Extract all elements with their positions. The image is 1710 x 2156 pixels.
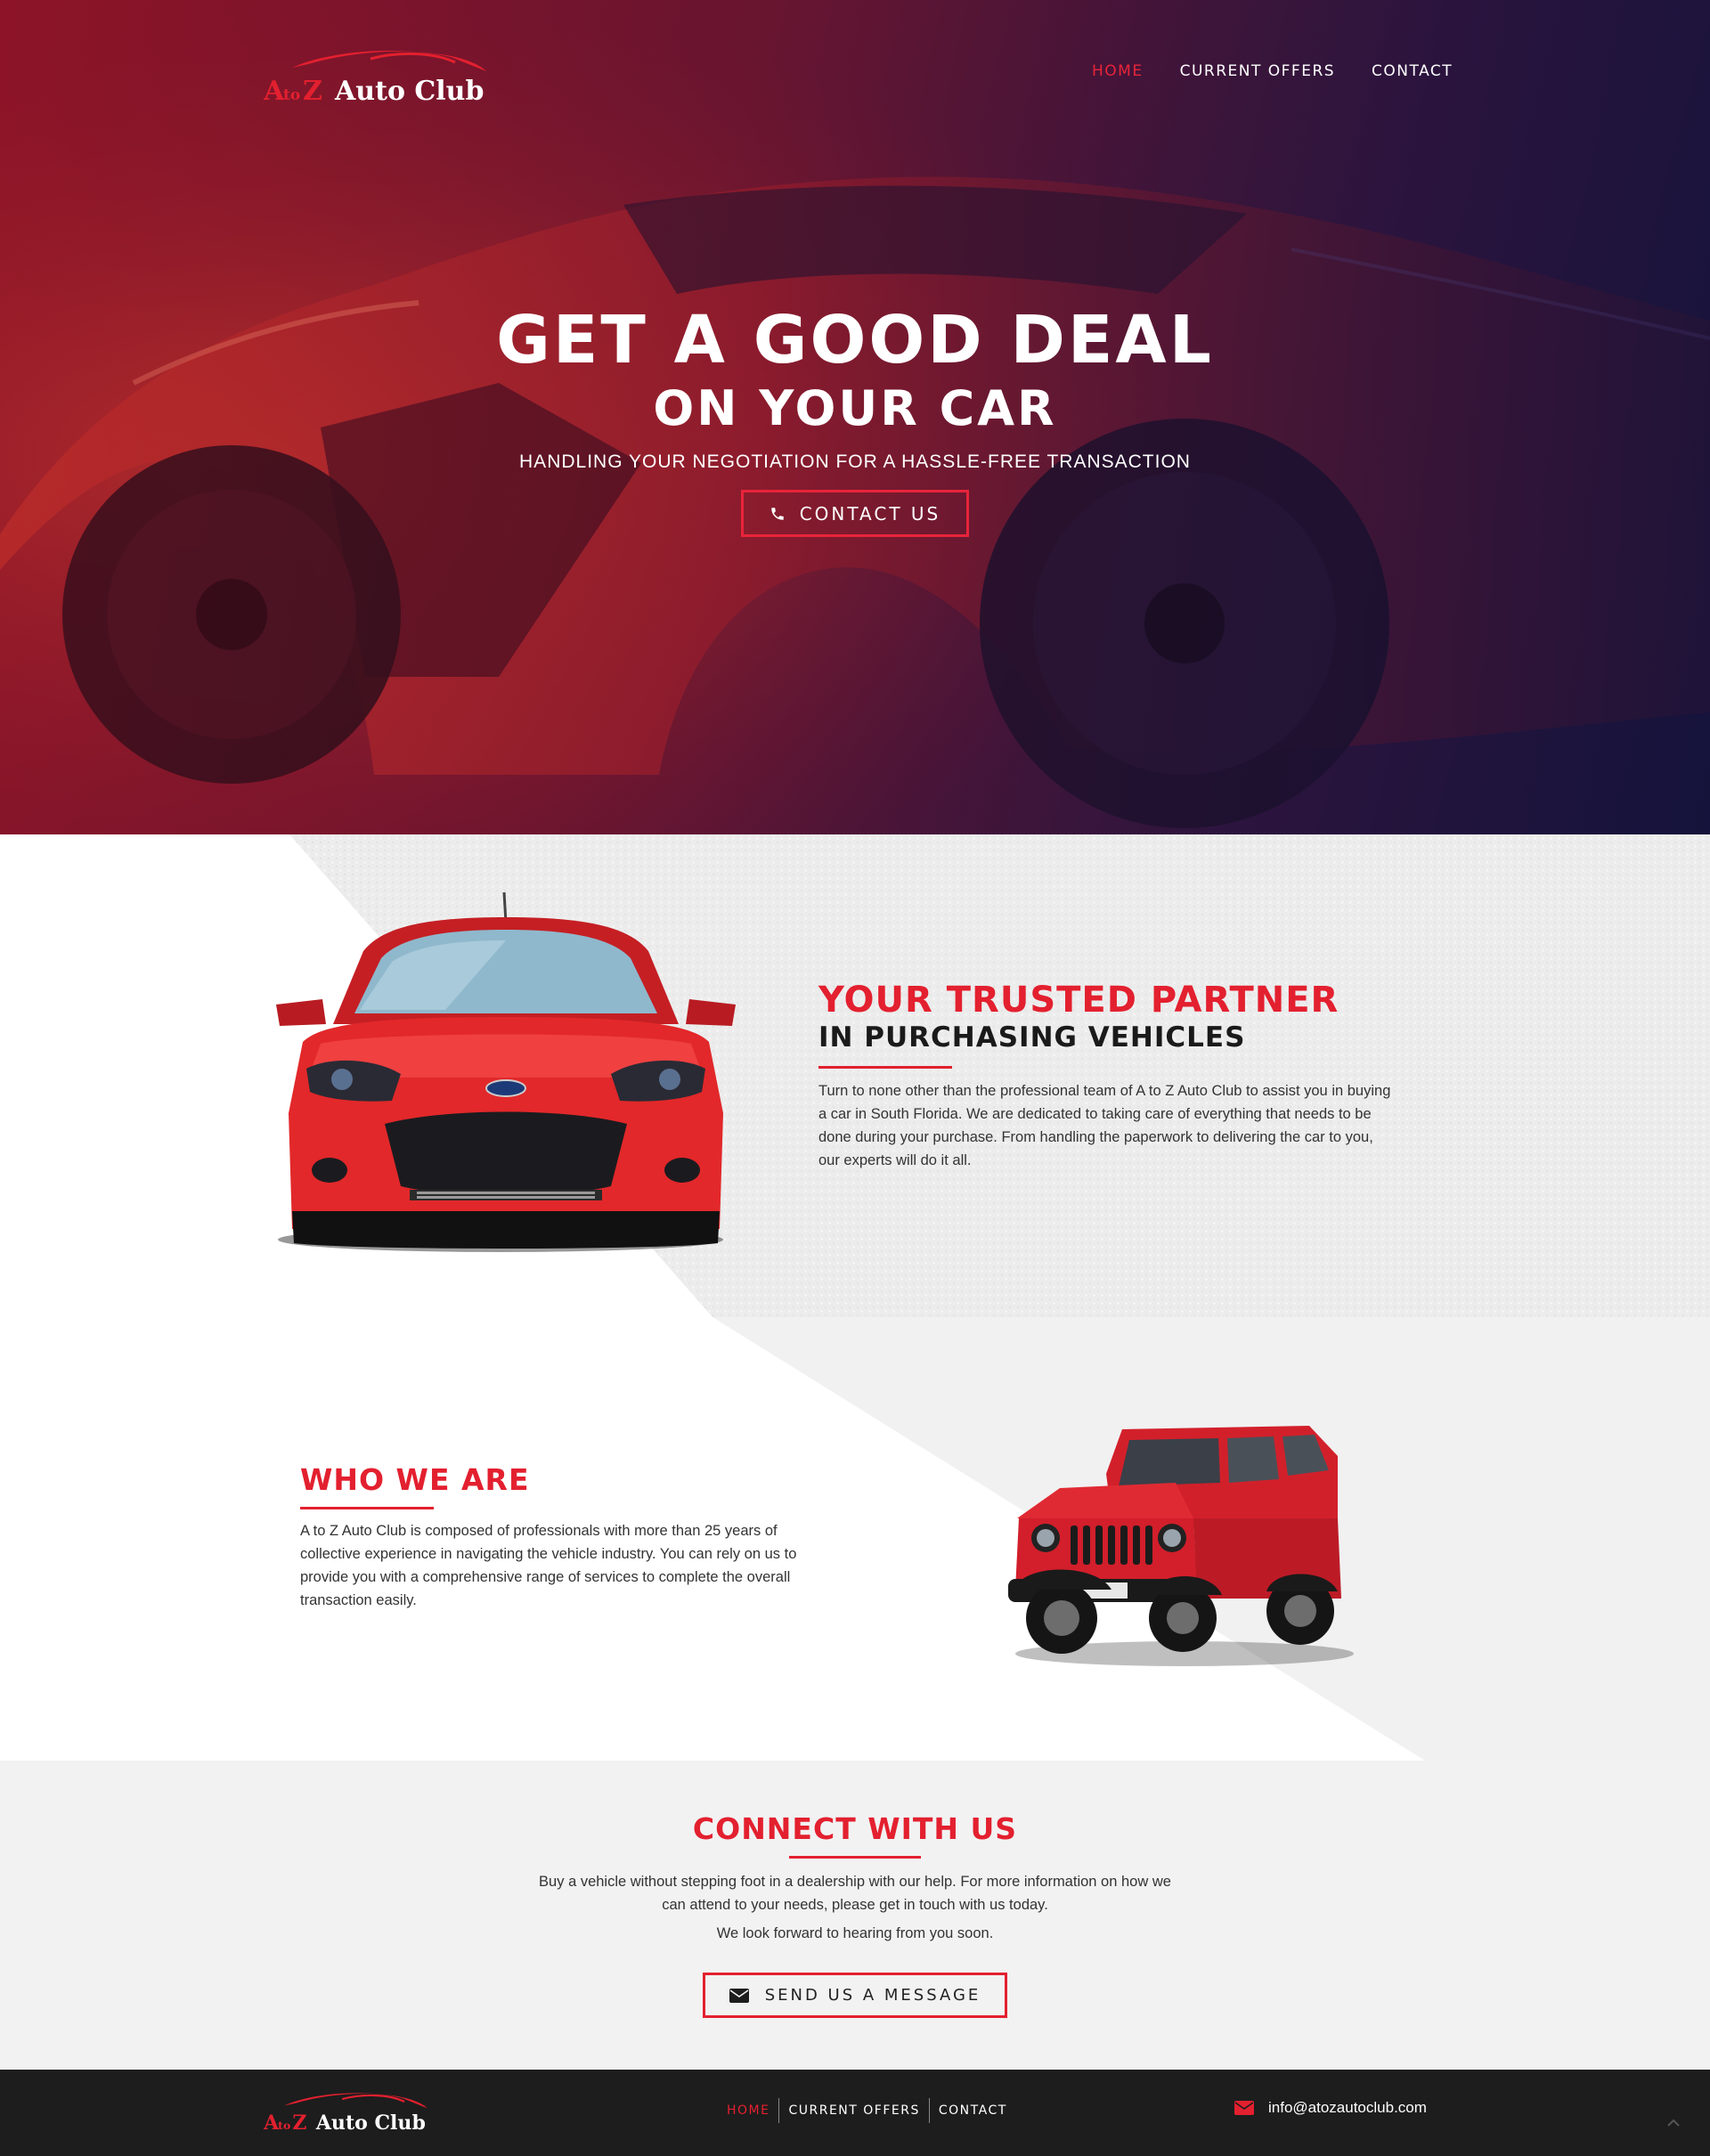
svg-text:to: to bbox=[278, 2119, 290, 2132]
footer-nav: HOME CURRENT OFFERS CONTACT bbox=[718, 2098, 1016, 2123]
connect-divider bbox=[789, 1856, 921, 1859]
trusted-line: our experts will do it all. bbox=[818, 1152, 972, 1168]
trusted-line: Turn to none other than the professional… bbox=[818, 1083, 1391, 1099]
trusted-partner-subheading: IN PURCHASING VEHICLES bbox=[818, 1021, 1246, 1054]
connect-line: can attend to your needs, please get in … bbox=[662, 1897, 1048, 1913]
footer-nav-contact[interactable]: CONTACT bbox=[928, 2098, 1016, 2123]
nav-home[interactable]: HOME bbox=[1092, 62, 1144, 80]
trusted-divider bbox=[818, 1066, 952, 1069]
send-message-label: SEND US A MESSAGE bbox=[764, 1986, 981, 2005]
who-line: provide you with a comprehensive range o… bbox=[300, 1569, 791, 1585]
connect-heading: CONNECT WITH US bbox=[692, 1811, 1018, 1846]
phone-icon bbox=[770, 507, 784, 520]
envelope-icon bbox=[1234, 2101, 1254, 2115]
who-we-are-heading: WHO WE ARE bbox=[300, 1462, 530, 1497]
red-jeep-image bbox=[1008, 1426, 1354, 1666]
red-hatchback-image bbox=[276, 891, 736, 1252]
logo-letter-z: Z bbox=[303, 76, 322, 105]
footer-email-text: info@atozautoclub.com bbox=[1268, 2099, 1427, 2116]
footer-email-link[interactable]: info@atozautoclub.com bbox=[1234, 2099, 1427, 2117]
site-logo[interactable]: A to Z Auto Club bbox=[264, 46, 506, 105]
hero-title-line2: ON YOUR CAR bbox=[653, 380, 1057, 436]
logo-letter-a: A bbox=[264, 76, 285, 105]
who-line: collective experience in navigating the … bbox=[300, 1546, 797, 1562]
footer-logo[interactable]: A to Z Auto Club bbox=[264, 2089, 442, 2134]
contact-us-button[interactable]: CONTACT US bbox=[741, 490, 969, 537]
trusted-paragraph: Turn to none other than the professional… bbox=[818, 1079, 1424, 1172]
logo-to: to bbox=[283, 86, 300, 104]
connect-paragraph: Buy a vehicle without stepping foot in a… bbox=[499, 1870, 1211, 1916]
nav-current-offers[interactable]: CURRENT OFFERS bbox=[1180, 62, 1335, 80]
footer-nav-current-offers[interactable]: CURRENT OFFERS bbox=[778, 2098, 928, 2123]
who-divider bbox=[300, 1507, 434, 1509]
hero-subtitle: HANDLING YOUR NEGOTIATION FOR A HASSLE-F… bbox=[519, 452, 1191, 472]
connect-line: Buy a vehicle without stepping foot in a… bbox=[539, 1874, 1171, 1890]
footer-nav-home[interactable]: HOME bbox=[718, 2098, 778, 2123]
who-line: transaction easily. bbox=[300, 1592, 417, 1608]
connect-closing: We look forward to hearing from you soon… bbox=[716, 1925, 994, 1941]
about-section bbox=[0, 834, 1710, 1761]
trusted-line: done during your purchase. From handling… bbox=[818, 1129, 1373, 1145]
hero-title: GET A GOOD DEAL bbox=[496, 302, 1214, 378]
envelope-icon bbox=[729, 1988, 749, 2003]
who-paragraph: A to Z Auto Club is composed of professi… bbox=[300, 1519, 852, 1612]
main-nav: HOME CURRENT OFFERS CONTACT bbox=[1092, 62, 1489, 80]
svg-text:A: A bbox=[264, 2111, 280, 2134]
svg-text:Auto Club: Auto Club bbox=[315, 2111, 426, 2134]
logo-main-text: Auto Club bbox=[334, 76, 484, 105]
svg-text:Z: Z bbox=[292, 2111, 306, 2134]
trusted-partner-heading: YOUR TRUSTED PARTNER bbox=[818, 980, 1340, 1021]
trusted-line: a car in South Florida. We are dedicated… bbox=[818, 1106, 1372, 1122]
who-line: A to Z Auto Club is composed of professi… bbox=[300, 1523, 778, 1539]
nav-contact[interactable]: CONTACT bbox=[1372, 62, 1453, 80]
contact-us-label: CONTACT US bbox=[799, 502, 941, 525]
send-message-button[interactable]: SEND US A MESSAGE bbox=[703, 1973, 1007, 2018]
scroll-to-top-icon[interactable] bbox=[1667, 2118, 1680, 2127]
